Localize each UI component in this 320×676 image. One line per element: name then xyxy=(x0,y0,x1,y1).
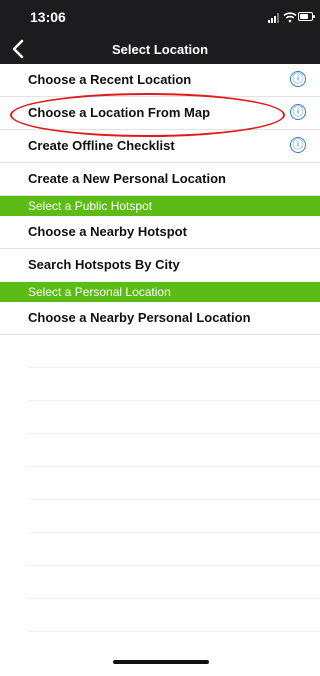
nearby-hotspot-row[interactable]: Choose a Nearby Hotspot xyxy=(0,216,320,249)
location-options-list: Choose a Recent Location ⓘ Choose a Loca… xyxy=(0,64,320,632)
list-item-label: Choose a Nearby Personal Location xyxy=(28,310,251,325)
info-icon[interactable]: ⓘ xyxy=(290,104,306,120)
search-hotspots-row[interactable]: Search Hotspots By City xyxy=(0,249,320,282)
recent-location-row[interactable]: Choose a Recent Location ⓘ xyxy=(0,64,320,97)
page-title: Select Location xyxy=(111,42,209,57)
section-header-public: Select a Public Hotspot xyxy=(0,196,320,216)
empty-row xyxy=(28,434,320,467)
empty-row xyxy=(28,533,320,566)
section-title: Select a Personal Location xyxy=(28,285,171,299)
empty-row xyxy=(28,467,320,500)
empty-row xyxy=(28,335,320,368)
list-item-label: Create a New Personal Location xyxy=(28,171,226,186)
navigation-bar: Select Location xyxy=(0,34,320,64)
empty-row xyxy=(28,599,320,632)
new-personal-location-row[interactable]: Create a New Personal Location xyxy=(0,163,320,196)
list-item-label: Create Offline Checklist xyxy=(28,138,175,153)
section-title: Select a Public Hotspot xyxy=(28,199,153,213)
section-header-personal: Select a Personal Location xyxy=(0,282,320,302)
empty-row xyxy=(28,500,320,533)
offline-checklist-row[interactable]: Create Offline Checklist ⓘ xyxy=(0,130,320,163)
info-icon[interactable]: ⓘ xyxy=(290,137,306,153)
battery-icon xyxy=(298,12,315,21)
status-bar: 13:06 xyxy=(0,0,320,34)
empty-row xyxy=(28,566,320,599)
empty-row xyxy=(28,401,320,434)
nearby-personal-location-row[interactable]: Choose a Nearby Personal Location xyxy=(0,302,320,335)
info-icon[interactable]: ⓘ xyxy=(290,71,306,87)
location-from-map-row[interactable]: Choose a Location From Map ⓘ xyxy=(0,97,320,130)
status-time: 13:06 xyxy=(30,9,66,25)
list-item-label: Search Hotspots By City xyxy=(28,257,180,272)
signal-icon xyxy=(268,13,282,23)
list-item-label: Choose a Location From Map xyxy=(28,105,211,120)
wifi-icon xyxy=(283,12,297,23)
empty-row xyxy=(28,368,320,401)
list-item-label: Choose a Nearby Hotspot xyxy=(28,224,187,239)
list-item-label: Choose a Recent Location xyxy=(28,72,192,87)
home-indicator[interactable] xyxy=(113,660,209,664)
